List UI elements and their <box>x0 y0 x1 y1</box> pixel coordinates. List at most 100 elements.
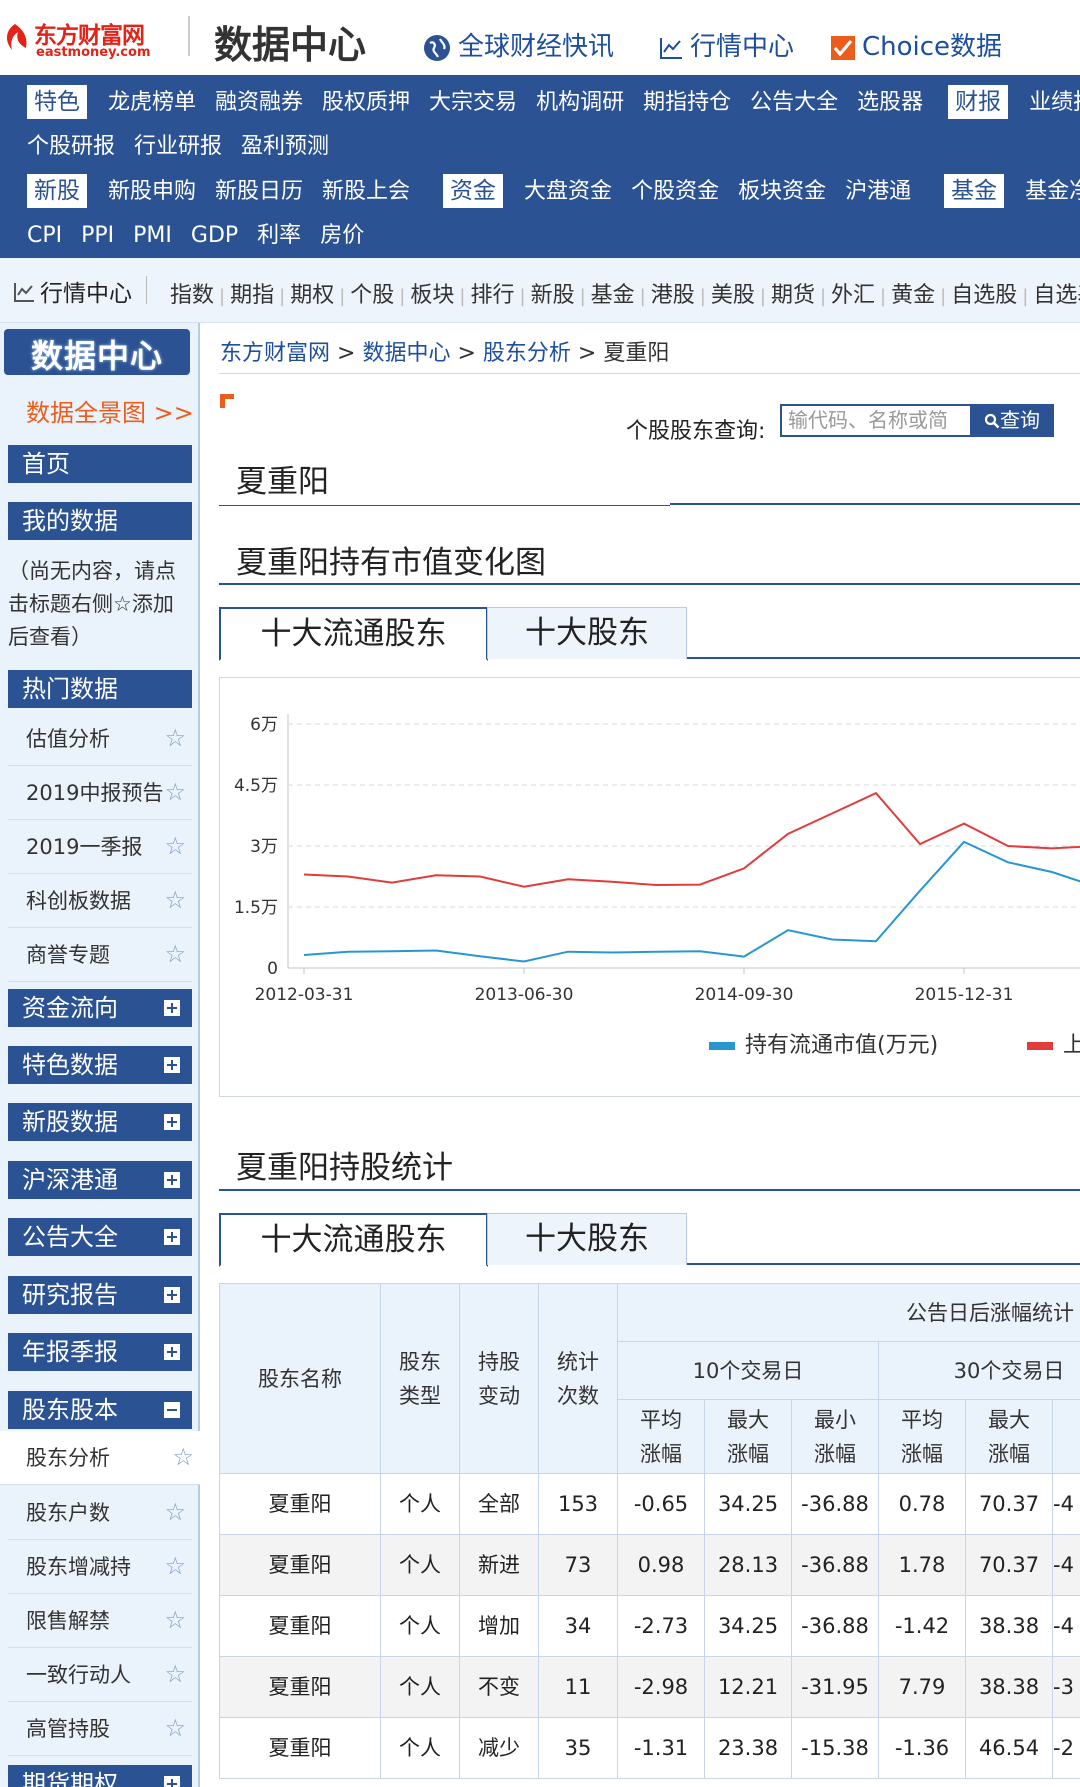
sidebar-group-capital-flow[interactable]: 资金流向 <box>8 989 192 1027</box>
nav-item[interactable]: 新股申购 <box>108 170 196 214</box>
nav-item[interactable]: 期指持仓 <box>643 81 731 125</box>
nav-item[interactable]: 沪港通 <box>845 170 911 214</box>
nav-item[interactable]: 大盘资金 <box>524 170 612 214</box>
sidebar-group-connect[interactable]: 沪深港通 <box>8 1161 192 1199</box>
sidebar-group-hot[interactable]: 热门数据 <box>8 670 192 708</box>
star-icon[interactable]: ☆ <box>172 1444 194 1470</box>
expand-icon[interactable] <box>164 1172 180 1188</box>
sidebar-item-lockup-expiry[interactable]: 限售解禁 ☆ <box>8 1594 192 1648</box>
quote-center-link[interactable]: 行情中心 <box>658 26 794 63</box>
expand-icon[interactable] <box>164 1287 180 1303</box>
expand-icon[interactable] <box>164 1114 180 1130</box>
tab-top10[interactable]: 十大股东 <box>487 607 687 659</box>
nav-item[interactable]: 股权质押 <box>322 81 410 125</box>
market-nav-item[interactable]: 新股 <box>531 283 575 308</box>
nav-item[interactable]: 公告大全 <box>750 81 838 125</box>
sidebar-item-my-data[interactable]: 我的数据 <box>8 502 192 540</box>
market-nav-item[interactable]: 港股 <box>651 283 695 308</box>
nav-item[interactable]: 业绩报 <box>1029 81 1080 125</box>
sidebar-group-futures[interactable]: 期货期权 <box>8 1765 192 1787</box>
query-button[interactable]: 查询 <box>970 404 1054 437</box>
stock-search-input[interactable]: 输代码、名称或简 <box>780 404 972 437</box>
nav-item[interactable]: 大宗交易 <box>429 81 517 125</box>
cell-holder-name[interactable]: 夏重阳 <box>219 1595 381 1657</box>
tab-top10[interactable]: 十大股东 <box>487 1213 687 1265</box>
sidebar-group-reports[interactable]: 年报季报 <box>8 1333 192 1371</box>
star-icon[interactable]: ☆ <box>164 1499 186 1525</box>
data-overview-link[interactable]: 数据全景图 >> <box>26 393 194 428</box>
sidebar-item-goodwill[interactable]: 商誉专题 ☆ <box>8 928 192 982</box>
star-icon[interactable]: ☆ <box>164 887 186 913</box>
market-nav-item[interactable]: 排行 <box>470 283 514 308</box>
market-nav-item[interactable]: 期权 <box>290 283 334 308</box>
nav-item[interactable]: 新股上会 <box>322 170 410 214</box>
nav-item[interactable]: PPI <box>81 214 114 258</box>
nav-item[interactable]: CPI <box>27 214 62 258</box>
nav-item[interactable]: 板块资金 <box>738 170 826 214</box>
market-center-link[interactable]: 行情中心 <box>12 274 132 308</box>
nav-badge-financial-report[interactable]: 财报 <box>948 85 1009 119</box>
sidebar-item-holder-count[interactable]: 股东户数 ☆ <box>8 1486 192 1540</box>
breadcrumb-link[interactable]: 股东分析 <box>483 341 571 366</box>
sidebar-item-executive-holdings[interactable]: 高管持股 ☆ <box>8 1702 192 1756</box>
sidebar-group-research[interactable]: 研究报告 <box>8 1276 192 1314</box>
nav-item[interactable]: 个股资金 <box>631 170 719 214</box>
tab-circulating-top10[interactable]: 十大流通股东 <box>219 1213 488 1267</box>
cell-holder-name[interactable]: 夏重阳 <box>219 1534 381 1596</box>
cell-holder-name[interactable]: 夏重阳 <box>219 1473 381 1535</box>
nav-item[interactable]: 房价 <box>320 214 364 258</box>
breadcrumb-link[interactable]: 数据中心 <box>362 341 450 366</box>
expand-icon[interactable] <box>164 1000 180 1016</box>
nav-item[interactable]: 龙虎榜单 <box>108 81 196 125</box>
market-nav-item[interactable]: 自选基 <box>1033 283 1080 308</box>
star-icon[interactable]: ☆ <box>164 1661 186 1687</box>
nav-item[interactable]: PMI <box>133 214 172 258</box>
sidebar-item-star-market[interactable]: 科创板数据 ☆ <box>8 874 192 928</box>
nav-item[interactable]: 利率 <box>257 214 301 258</box>
tab-circulating-top10[interactable]: 十大流通股东 <box>219 607 488 661</box>
cell-holder-name[interactable]: 夏重阳 <box>219 1717 381 1779</box>
sidebar-item-holding-changes[interactable]: 股东增减持 ☆ <box>8 1540 192 1594</box>
market-nav-item[interactable]: 板块 <box>410 283 454 308</box>
star-icon[interactable]: ☆ <box>164 941 186 967</box>
market-nav-item[interactable]: 美股 <box>711 283 755 308</box>
star-icon[interactable]: ☆ <box>164 1607 186 1633</box>
nav-item[interactable]: 选股器 <box>857 81 923 125</box>
choice-data-link[interactable]: Choice数据 <box>830 26 1002 63</box>
sidebar-group-announcements[interactable]: 公告大全 <box>8 1218 192 1256</box>
nav-badge-fund[interactable]: 基金 <box>944 174 1005 208</box>
nav-item[interactable]: 融资融券 <box>215 81 303 125</box>
sidebar-group-featured[interactable]: 特色数据 <box>8 1046 192 1084</box>
market-nav-item[interactable]: 自选股 <box>951 283 1017 308</box>
sidebar-item-home[interactable]: 首页 <box>8 445 192 483</box>
sidebar-item-shareholder-analysis[interactable]: 股东分析 ☆ <box>0 1431 200 1485</box>
market-nav-item[interactable]: 基金 <box>591 283 635 308</box>
nav-item[interactable]: 新股日历 <box>215 170 303 214</box>
sidebar-item-q1-report[interactable]: 2019一季报 ☆ <box>8 820 192 874</box>
expand-icon[interactable] <box>164 1057 180 1073</box>
market-nav-item[interactable]: 黄金 <box>891 283 935 308</box>
market-nav-item[interactable]: 指数 <box>170 283 214 308</box>
star-icon[interactable]: ☆ <box>164 833 186 859</box>
star-icon[interactable]: ☆ <box>164 725 186 751</box>
sidebar-item-concert-parties[interactable]: 一致行动人 ☆ <box>8 1648 192 1702</box>
nav-badge-ipo[interactable]: 新股 <box>27 174 87 208</box>
expand-icon[interactable] <box>164 1776 180 1787</box>
sidebar-item-valuation[interactable]: 估值分析 ☆ <box>8 712 192 766</box>
breadcrumb-link[interactable]: 东方财富网 <box>220 341 330 366</box>
market-nav-item[interactable]: 期指 <box>230 283 274 308</box>
nav-item[interactable]: 盈利预测 <box>241 125 329 169</box>
nav-item[interactable]: 行业研报 <box>134 125 222 169</box>
expand-icon[interactable] <box>164 1344 180 1360</box>
nav-item[interactable]: 基金净 <box>1025 170 1080 214</box>
nav-item[interactable]: 个股研报 <box>27 125 115 169</box>
nav-badge-funds[interactable]: 资金 <box>443 174 504 208</box>
nav-item[interactable]: 机构调研 <box>536 81 624 125</box>
sidebar-item-interim-forecast[interactable]: 2019中报预告 ☆ <box>8 766 192 820</box>
star-icon[interactable]: ☆ <box>164 1715 186 1741</box>
market-nav-item[interactable]: 个股 <box>350 283 394 308</box>
nav-badge-featured[interactable]: 特色 <box>27 85 87 119</box>
expand-icon[interactable] <box>164 1229 180 1245</box>
star-icon[interactable]: ☆ <box>164 1553 186 1579</box>
nav-item[interactable]: GDP <box>191 214 238 258</box>
